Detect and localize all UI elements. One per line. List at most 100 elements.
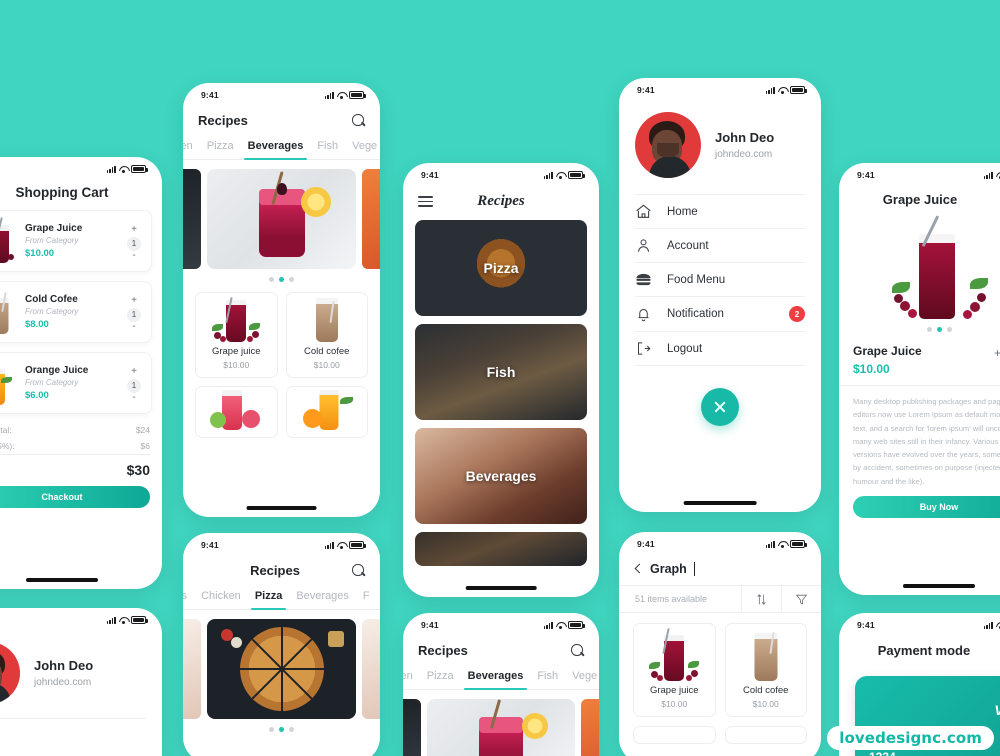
status-icons	[765, 540, 807, 548]
product-name: Cold cofee	[304, 346, 350, 357]
page-title: Recipes	[418, 643, 468, 658]
phone-profile-card: 9:41 John Deo johndeo.com	[0, 608, 162, 756]
dot-active[interactable]	[936, 327, 942, 332]
tab-vegetables[interactable]: les	[183, 586, 187, 609]
profile-site: johndeo.com	[34, 677, 92, 688]
increase-qty-button[interactable]: +	[994, 344, 1000, 360]
tab-fish[interactable]: Fish	[317, 136, 338, 159]
increase-qty-button[interactable]: +	[131, 224, 137, 235]
sort-button[interactable]	[741, 586, 781, 612]
orange-juice-image	[301, 390, 353, 430]
dot[interactable]	[289, 727, 294, 732]
hamburger-menu-icon[interactable]	[418, 196, 433, 207]
tab-pizza[interactable]: Pizza	[250, 586, 286, 610]
battery-icon	[349, 541, 366, 549]
status-time: 9:41	[637, 85, 655, 95]
product-card[interactable]	[285, 386, 368, 438]
wifi-icon	[556, 622, 565, 629]
menu-item-home[interactable]: Home	[635, 194, 805, 228]
dot[interactable]	[946, 327, 952, 332]
recipe-carousel[interactable]	[403, 690, 599, 756]
carousel-slide-next[interactable]	[581, 699, 599, 756]
decrease-qty-button[interactable]: -	[132, 392, 135, 402]
category-card-beverages[interactable]: Beverages	[415, 428, 587, 524]
cart-item-row[interactable]: Grape Juice From Category $10.00 + 1 -	[0, 210, 152, 272]
category-tabs: ken Pizza Beverages Fish Vege	[183, 136, 380, 160]
product-card[interactable]	[195, 386, 278, 438]
wifi-icon	[996, 622, 1000, 629]
increase-qty-button[interactable]: +	[131, 366, 137, 377]
product-card[interactable]: Grape juice $10.00	[633, 623, 716, 717]
recipe-carousel[interactable]	[183, 610, 380, 719]
tab-beverages[interactable]: Beverages	[463, 666, 527, 690]
filter-button[interactable]	[781, 586, 821, 612]
home-indicator	[465, 586, 537, 590]
product-price: $10.00	[752, 699, 779, 709]
dot[interactable]	[289, 277, 294, 282]
search-icon[interactable]	[352, 114, 365, 127]
tab-vegetables[interactable]: Vege	[352, 136, 377, 159]
search-icon[interactable]	[571, 644, 584, 657]
tab-pizza[interactable]: Pizza	[207, 136, 234, 159]
dot[interactable]	[269, 727, 274, 732]
subtotal-value: $24	[135, 425, 150, 435]
decrease-qty-button[interactable]: -	[132, 321, 135, 331]
status-icons	[983, 171, 1000, 179]
tab-vegetables[interactable]: Vege	[572, 666, 597, 689]
carousel-slide-active[interactable]	[207, 619, 356, 719]
search-icon[interactable]	[352, 564, 365, 577]
cold-cofee-image	[301, 298, 353, 342]
category-card-fish[interactable]: Fish	[415, 324, 587, 420]
carousel-slide-prev[interactable]	[183, 619, 201, 719]
tab-beverages[interactable]: Beverages	[296, 586, 349, 609]
status-bar: 9:41	[619, 78, 821, 98]
tab-chicken[interactable]: ken	[403, 666, 413, 689]
increase-qty-button[interactable]: +	[131, 295, 137, 306]
carousel-slide-active[interactable]	[427, 699, 575, 756]
cart-item-row[interactable]: Cold Cofee From Category $8.00 + 1 -	[0, 281, 152, 343]
dot-active[interactable]	[279, 727, 284, 732]
decrease-qty-button[interactable]: -	[132, 250, 135, 260]
product-card[interactable]: Grape juice $10.00	[195, 292, 278, 378]
dot[interactable]	[926, 327, 932, 332]
carousel-slide-next[interactable]	[362, 619, 380, 719]
menu-item-account[interactable]: Account	[635, 228, 805, 262]
category-card-next[interactable]	[415, 532, 587, 566]
carousel-slide-prev[interactable]	[403, 699, 421, 756]
back-chevron-icon[interactable]	[634, 563, 645, 576]
tab-chicken[interactable]: ken	[183, 136, 193, 159]
carousel-slide-prev[interactable]	[183, 169, 201, 269]
product-card[interactable]	[633, 726, 716, 744]
recipe-carousel[interactable]	[183, 160, 380, 269]
tab-chicken[interactable]: Chicken	[201, 586, 241, 609]
cart-item-row[interactable]: Orange Juice From Category $6.00 + 1 -	[0, 352, 152, 414]
avatar	[0, 642, 20, 704]
dot-active[interactable]	[279, 277, 284, 282]
close-drawer-button[interactable]	[701, 388, 739, 426]
filter-icon	[795, 594, 808, 604]
signal-icon	[543, 171, 553, 179]
menu-item-food-menu[interactable]: Food Menu	[635, 262, 805, 296]
product-card[interactable]: Cold cofee $10.00	[285, 292, 368, 378]
product-description: Many desktop publishing packages and pag…	[853, 397, 1000, 486]
home-icon	[635, 204, 652, 219]
checkout-button[interactable]: Chackout	[0, 486, 150, 508]
profile-header: John Deo johndeo.com	[619, 98, 821, 194]
product-card[interactable]: Cold cofee $10.00	[724, 623, 807, 717]
dot[interactable]	[269, 277, 274, 282]
menu-item-logout[interactable]: Logout	[635, 331, 805, 366]
menu-item-notification[interactable]: Notification 2	[635, 296, 805, 331]
subtotal-label: Sub Total:	[0, 425, 12, 435]
buy-now-button[interactable]: Buy Now	[853, 495, 1000, 518]
menu-item-partial[interactable]	[0, 727, 146, 739]
carousel-slide-active[interactable]	[207, 169, 356, 269]
carousel-slide-next[interactable]	[362, 169, 380, 269]
tab-pizza[interactable]: Pizza	[427, 666, 454, 689]
tab-fish[interactable]: Fish	[537, 666, 558, 689]
product-price: $10.00	[661, 699, 688, 709]
menu-item-label: Home	[667, 205, 698, 218]
product-card[interactable]	[724, 726, 807, 744]
tab-fish[interactable]: F	[363, 586, 370, 609]
tab-beverages[interactable]: Beverages	[243, 136, 307, 160]
category-card-pizza[interactable]: Pizza	[415, 220, 587, 316]
